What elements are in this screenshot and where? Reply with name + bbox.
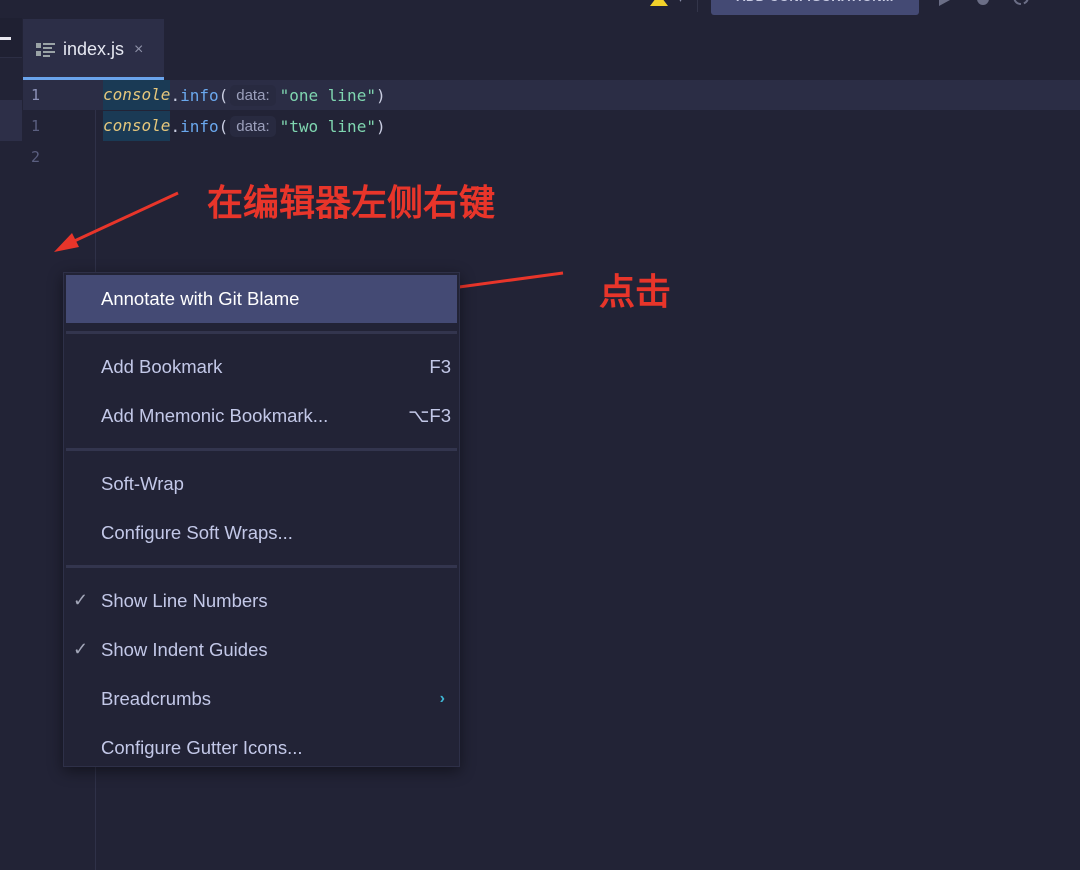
line-number[interactable]: 1 bbox=[31, 86, 40, 104]
menu-item-label: Configure Soft Wraps... bbox=[101, 521, 293, 543]
code-token-string: "one line" bbox=[279, 85, 376, 105]
menu-item-label: Show Line Numbers bbox=[101, 589, 268, 611]
line-number[interactable]: 1 bbox=[31, 117, 40, 135]
left-tool-strip bbox=[0, 18, 22, 870]
structure-icon bbox=[36, 42, 55, 57]
menu-separator bbox=[66, 448, 457, 451]
code-token-paren: ( bbox=[218, 85, 229, 105]
minimize-icon[interactable] bbox=[0, 37, 11, 40]
menu-separator bbox=[66, 331, 457, 334]
code-token-method: info bbox=[180, 116, 219, 136]
code-token-paren: ) bbox=[375, 116, 386, 136]
line-number[interactable]: 2 bbox=[31, 148, 40, 166]
stop-icon[interactable] bbox=[1052, 0, 1068, 6]
code-token-paren: ) bbox=[375, 85, 386, 105]
add-configuration-button[interactable]: ADD CONFIGURATION... bbox=[711, 0, 919, 15]
code-line[interactable]: console. info(data: "two line") bbox=[103, 111, 386, 141]
arrow-to-gutter bbox=[54, 191, 179, 252]
menu-shortcut: F3 bbox=[429, 355, 451, 377]
menu-item-add-mnemonic-bookmark[interactable]: Add Mnemonic Bookmark... ⌥F3 bbox=[64, 391, 459, 440]
parameter-hint: data: bbox=[230, 84, 276, 106]
menu-item-label: Show Indent Guides bbox=[101, 638, 268, 660]
chevron-right-icon: › bbox=[439, 689, 445, 707]
run-icon[interactable] bbox=[936, 0, 952, 6]
checkmark-icon: ✓ bbox=[73, 590, 89, 610]
menu-item-configure-soft-wraps[interactable]: Configure Soft Wraps... bbox=[64, 508, 459, 557]
menu-separator bbox=[66, 565, 457, 568]
menu-shortcut: ⌥F3 bbox=[408, 404, 451, 426]
menu-item-label: Add Bookmark bbox=[101, 355, 223, 377]
menu-item-breadcrumbs[interactable]: Breadcrumbs › bbox=[64, 674, 459, 723]
close-icon[interactable]: × bbox=[134, 41, 143, 59]
ide-window: ▾ ADD CONFIGURATION... index.js × 1 1 2 bbox=[0, 0, 1080, 870]
warning-user-icon[interactable] bbox=[648, 0, 670, 6]
code-token-object: console bbox=[103, 80, 171, 110]
menu-item-label: Add Mnemonic Bookmark... bbox=[101, 404, 329, 426]
profile-icon[interactable] bbox=[1013, 0, 1029, 6]
left-panel-selection bbox=[0, 100, 22, 141]
annotation-click: 点击 bbox=[599, 272, 672, 313]
annotation-right-click: 在编辑器左侧右键 bbox=[207, 183, 496, 224]
code-token-dot: . bbox=[170, 116, 181, 136]
menu-item-label: Soft-Wrap bbox=[101, 472, 184, 494]
code-token-method: info bbox=[180, 85, 219, 105]
code-token-object: console bbox=[103, 111, 171, 141]
menu-item-label: Breadcrumbs bbox=[101, 687, 212, 709]
code-token-paren: ( bbox=[218, 116, 229, 136]
menu-item-configure-gutter-icons[interactable]: Configure Gutter Icons... bbox=[64, 723, 459, 772]
debug-icon[interactable] bbox=[975, 0, 991, 6]
code-line[interactable]: console. info(data: "one line") bbox=[103, 80, 386, 110]
checkmark-icon: ✓ bbox=[73, 639, 89, 659]
tab-index-js[interactable]: index.js × bbox=[23, 19, 164, 80]
menu-item-annotate-git-blame[interactable]: Annotate with Git Blame bbox=[66, 275, 457, 323]
menu-item-show-line-numbers[interactable]: ✓ Show Line Numbers bbox=[64, 576, 459, 625]
gutter-context-menu: Annotate with Git Blame Add Bookmark F3 … bbox=[63, 272, 460, 767]
toolbar-divider bbox=[697, 0, 698, 12]
menu-item-label: Configure Gutter Icons... bbox=[101, 736, 303, 758]
chevron-down-icon[interactable]: ▾ bbox=[678, 0, 683, 5]
code-token-dot: . bbox=[170, 85, 181, 105]
menu-item-soft-wrap[interactable]: Soft-Wrap bbox=[64, 459, 459, 508]
parameter-hint: data: bbox=[230, 115, 276, 137]
menu-item-label: Annotate with Git Blame bbox=[101, 288, 300, 309]
menu-item-add-bookmark[interactable]: Add Bookmark F3 bbox=[64, 342, 459, 391]
menu-item-show-indent-guides[interactable]: ✓ Show Indent Guides bbox=[64, 625, 459, 674]
code-token-string: "two line" bbox=[279, 116, 376, 136]
tab-label: index.js bbox=[63, 39, 125, 59]
